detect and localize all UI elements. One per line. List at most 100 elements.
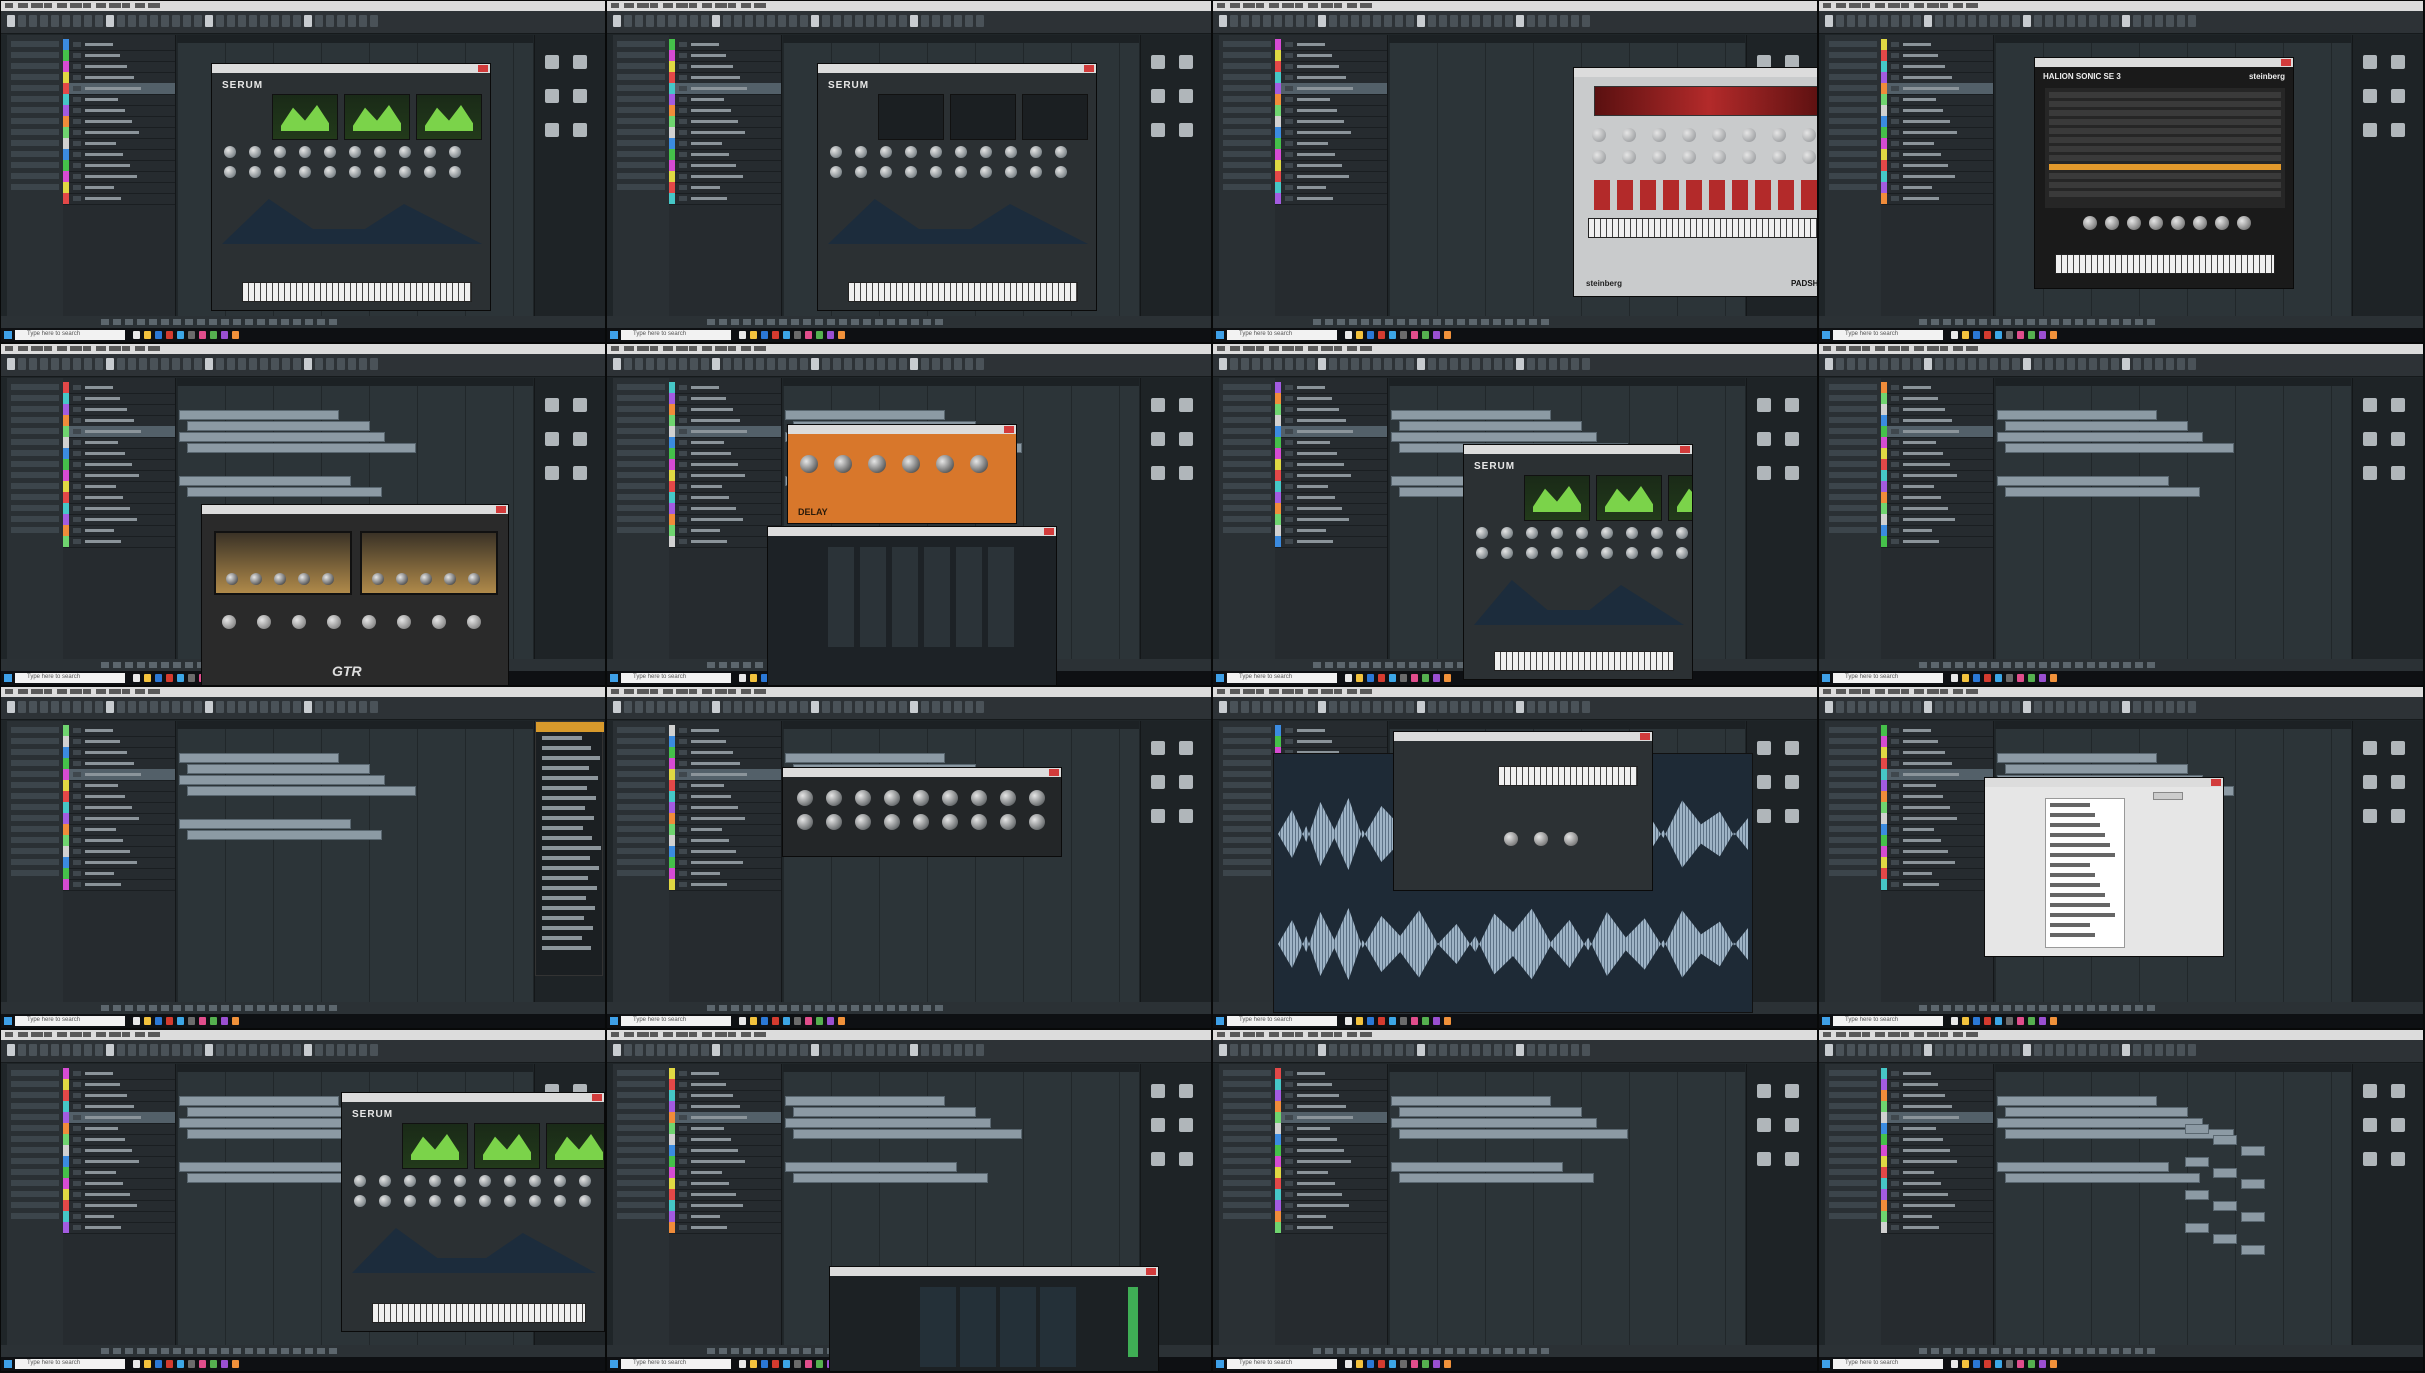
knob[interactable] (322, 573, 334, 585)
knob[interactable] (830, 166, 842, 178)
menu-item[interactable] (611, 346, 619, 351)
toolbar-button[interactable] (1571, 701, 1579, 713)
toolbar-button[interactable] (172, 1044, 180, 1056)
toolbar-button[interactable] (304, 15, 312, 27)
inspector-row[interactable] (1223, 804, 1271, 810)
toolbar-button[interactable] (337, 358, 345, 370)
transport-control[interactable] (101, 662, 109, 668)
toolbar-button[interactable] (2045, 701, 2053, 713)
knob[interactable] (429, 1195, 441, 1207)
close-icon[interactable] (1004, 426, 1014, 433)
track-button[interactable] (73, 1159, 81, 1164)
toolbar-button[interactable] (932, 15, 940, 27)
transport-control[interactable] (863, 319, 871, 325)
menu-item[interactable] (44, 3, 52, 8)
knob[interactable] (905, 166, 917, 178)
toolbar-button[interactable] (1241, 1044, 1249, 1056)
transport-control[interactable] (281, 1005, 289, 1011)
menu-item[interactable] (1940, 3, 1948, 8)
toolbar-button[interactable] (1869, 358, 1877, 370)
transport-control[interactable] (1529, 319, 1537, 325)
inspector-row[interactable] (11, 428, 59, 434)
track-button[interactable] (73, 1093, 81, 1098)
toolbar-button[interactable] (1230, 1044, 1238, 1056)
toolbar-button[interactable] (18, 1044, 26, 1056)
menu-item[interactable] (70, 346, 82, 351)
inspector-row[interactable] (1223, 1092, 1271, 1098)
menu-item[interactable] (1295, 3, 1303, 8)
knob[interactable] (249, 166, 261, 178)
inspector-row[interactable] (11, 1114, 59, 1120)
track-button[interactable] (73, 1126, 81, 1131)
transport-control[interactable] (101, 319, 109, 325)
start-button-icon[interactable] (610, 331, 618, 339)
menu-item[interactable] (1347, 689, 1357, 694)
serum-synth-window[interactable]: SERUM (817, 63, 1097, 311)
browser-item[interactable] (542, 866, 599, 870)
transport-control[interactable] (329, 1348, 337, 1354)
toolbar-button[interactable] (1219, 701, 1227, 713)
taskbar-app-icon[interactable] (144, 1360, 151, 1368)
inspector-row[interactable] (1829, 450, 1877, 456)
taskbar-app-icon[interactable] (783, 1017, 790, 1025)
track-button[interactable] (679, 1203, 687, 1208)
transport-control[interactable] (1919, 1348, 1927, 1354)
track-button[interactable] (679, 871, 687, 876)
knob[interactable] (444, 573, 456, 585)
knob[interactable] (797, 790, 813, 806)
transport-control[interactable] (1493, 319, 1501, 325)
transport-control[interactable] (2075, 662, 2083, 668)
transport-control[interactable] (1943, 1005, 1951, 1011)
knob[interactable] (884, 790, 900, 806)
menu-item[interactable] (1269, 346, 1279, 351)
browser-item[interactable] (542, 746, 591, 750)
track-button[interactable] (73, 539, 81, 544)
toolbar-button[interactable] (1979, 358, 1987, 370)
toolbar-button[interactable] (315, 701, 323, 713)
toolbar-button[interactable] (789, 1044, 797, 1056)
inspector-row[interactable] (11, 41, 59, 47)
inspector-row[interactable] (617, 85, 665, 91)
menu-item[interactable] (44, 689, 52, 694)
taskbar-app-icon[interactable] (133, 331, 140, 339)
inspector-row[interactable] (1829, 96, 1877, 102)
toolbar-button[interactable] (1373, 15, 1381, 27)
taskbar-app-icon[interactable] (2028, 674, 2035, 682)
toolbar-button[interactable] (370, 701, 378, 713)
close-icon[interactable] (1084, 65, 1094, 72)
track-button[interactable] (1285, 495, 1293, 500)
menu-item[interactable] (135, 346, 145, 351)
loop-icon[interactable] (1757, 775, 1771, 789)
knob[interactable] (980, 166, 992, 178)
transport-control[interactable] (1337, 1348, 1345, 1354)
audio-event[interactable] (187, 830, 382, 840)
audio-event[interactable] (1399, 421, 1582, 431)
toolbar-button[interactable] (1913, 701, 1921, 713)
toolbar-button[interactable] (359, 701, 367, 713)
menu-item[interactable] (1901, 3, 1909, 8)
taskbar-search[interactable]: Type here to search (621, 1016, 731, 1026)
toolbar-button[interactable] (238, 15, 246, 27)
toolbar-button[interactable] (1450, 15, 1458, 27)
track-button[interactable] (1891, 816, 1899, 821)
track-button[interactable] (679, 838, 687, 843)
toolbar-button[interactable] (238, 1044, 246, 1056)
track-header[interactable] (669, 879, 781, 891)
toolbar-button[interactable] (833, 15, 841, 27)
inspector-row[interactable] (617, 52, 665, 58)
taskbar-app-icon[interactable] (1433, 1017, 1440, 1025)
taskbar-app-icon[interactable] (1400, 331, 1407, 339)
inspector-row[interactable] (617, 527, 665, 533)
track-button[interactable] (73, 1225, 81, 1230)
transport-control[interactable] (1337, 662, 1345, 668)
toolbar-button[interactable] (1891, 1044, 1899, 1056)
knob[interactable] (1592, 128, 1606, 142)
toolbar-button[interactable] (789, 358, 797, 370)
midi-event[interactable] (2185, 1157, 2209, 1167)
inspector-row[interactable] (11, 1136, 59, 1142)
track-button[interactable] (1285, 1181, 1293, 1186)
toolbar-button[interactable] (877, 701, 885, 713)
toolbar-button[interactable] (943, 1044, 951, 1056)
taskbar-search[interactable]: Type here to search (1833, 330, 1943, 340)
track-button[interactable] (1891, 130, 1899, 135)
